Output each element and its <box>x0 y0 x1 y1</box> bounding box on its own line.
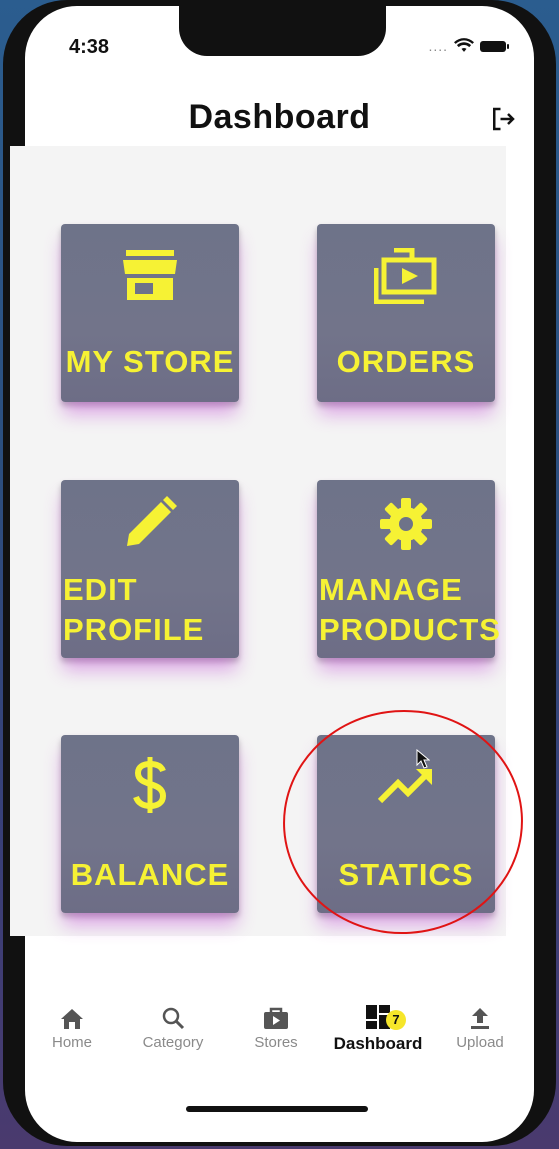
notch <box>179 6 386 56</box>
tab-upload[interactable]: Upload <box>430 1000 530 1080</box>
search-icon <box>162 1007 185 1030</box>
tile-label: MY STORE <box>65 344 235 379</box>
upload-icon <box>471 1008 489 1029</box>
shop-two-icon <box>374 248 437 304</box>
home-indicator <box>186 1106 368 1112</box>
status-time: 4:38 <box>69 36 110 58</box>
tile-my-store[interactable]: MY STORE <box>61 224 239 402</box>
tab-dashboard[interactable]: 7 Dashboard <box>328 1000 428 1080</box>
bottom-tab-bar: Home Category Stores 7 Dashboard Upload <box>22 1000 531 1080</box>
tab-category[interactable]: Category <box>123 1000 223 1080</box>
notification-badge: 7 <box>386 1010 406 1030</box>
dollar-icon <box>133 757 167 813</box>
tile-label: MANAGE PRODUCTS <box>319 572 501 647</box>
tile-manage-products[interactable]: MANAGE PRODUCTS <box>317 480 501 658</box>
tab-label: Dashboard <box>333 1034 423 1053</box>
settings-gear-icon <box>380 498 432 550</box>
mouse-cursor-icon <box>416 749 430 769</box>
page-title: Dashboard <box>188 98 371 136</box>
storefront-icon <box>123 250 177 300</box>
status-indicators: .... <box>428 36 509 56</box>
tile-label: BALANCE <box>70 857 230 892</box>
tile-balance[interactable]: BALANCE <box>61 735 239 913</box>
tile-label: EDIT PROFILE <box>63 572 205 647</box>
tab-label: Stores <box>254 1034 298 1051</box>
tile-edit-profile[interactable]: EDIT PROFILE <box>61 480 239 658</box>
tab-label: Home <box>51 1034 92 1051</box>
battery-icon <box>480 40 509 52</box>
tab-stores[interactable]: Stores <box>226 1000 326 1080</box>
shop-icon <box>264 1007 288 1029</box>
wifi-icon <box>454 38 474 52</box>
signal-dots: .... <box>428 38 448 54</box>
tab-label: Category <box>142 1034 204 1051</box>
tab-label: Upload <box>456 1034 504 1051</box>
tile-label: ORDERS <box>336 344 476 379</box>
tile-orders[interactable]: ORDERS <box>317 224 495 402</box>
logout-icon[interactable] <box>488 104 518 134</box>
home-icon <box>61 1009 83 1029</box>
edit-pencil-icon <box>127 496 177 546</box>
tab-home[interactable]: Home <box>22 1000 122 1080</box>
